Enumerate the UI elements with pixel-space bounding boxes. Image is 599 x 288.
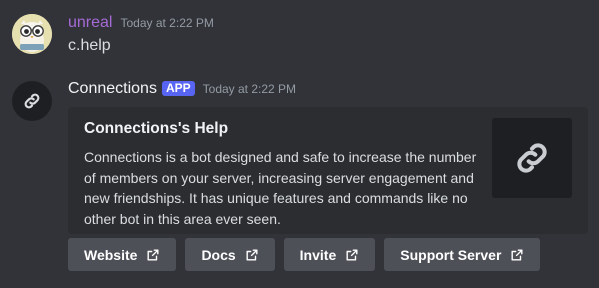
owl-avatar-icon [12, 14, 52, 54]
link-icon [24, 93, 40, 109]
app-badge: APP [161, 81, 195, 96]
button-label: Website [84, 246, 138, 263]
link-icon [517, 143, 547, 173]
support-server-button[interactable]: Support Server [384, 238, 541, 271]
external-link-icon [245, 248, 259, 262]
website-button[interactable]: Website [68, 238, 177, 271]
username[interactable]: unreal [68, 14, 112, 32]
embed-description: Connections is a bot designed and safe t… [84, 149, 477, 227]
embed-title: Connections's Help [84, 120, 229, 137]
message-header: Connections APP Today at 2:22 PM [68, 80, 296, 98]
embed-thumbnail[interactable] [492, 118, 572, 198]
button-label: Invite [299, 246, 337, 263]
message-header: unreal Today at 2:22 PM [68, 14, 214, 32]
link-buttons: Website Docs Invite Support Server [68, 238, 541, 271]
bot-avatar[interactable] [12, 81, 52, 121]
bot-username[interactable]: Connections [68, 80, 157, 98]
docs-button[interactable]: Docs [185, 238, 275, 271]
invite-button[interactable]: Invite [283, 238, 376, 271]
external-link-icon [510, 248, 524, 262]
button-label: Support Server [400, 246, 502, 263]
message-content: c.help [68, 37, 111, 54]
external-link-icon [146, 248, 160, 262]
button-label: Docs [201, 246, 236, 263]
user-avatar[interactable] [12, 14, 52, 54]
timestamp[interactable]: Today at 2:22 PM [120, 16, 213, 30]
timestamp[interactable]: Today at 2:22 PM [203, 82, 296, 96]
help-embed: Connections's Help Connections is a bot … [68, 107, 588, 234]
external-link-icon [345, 248, 359, 262]
